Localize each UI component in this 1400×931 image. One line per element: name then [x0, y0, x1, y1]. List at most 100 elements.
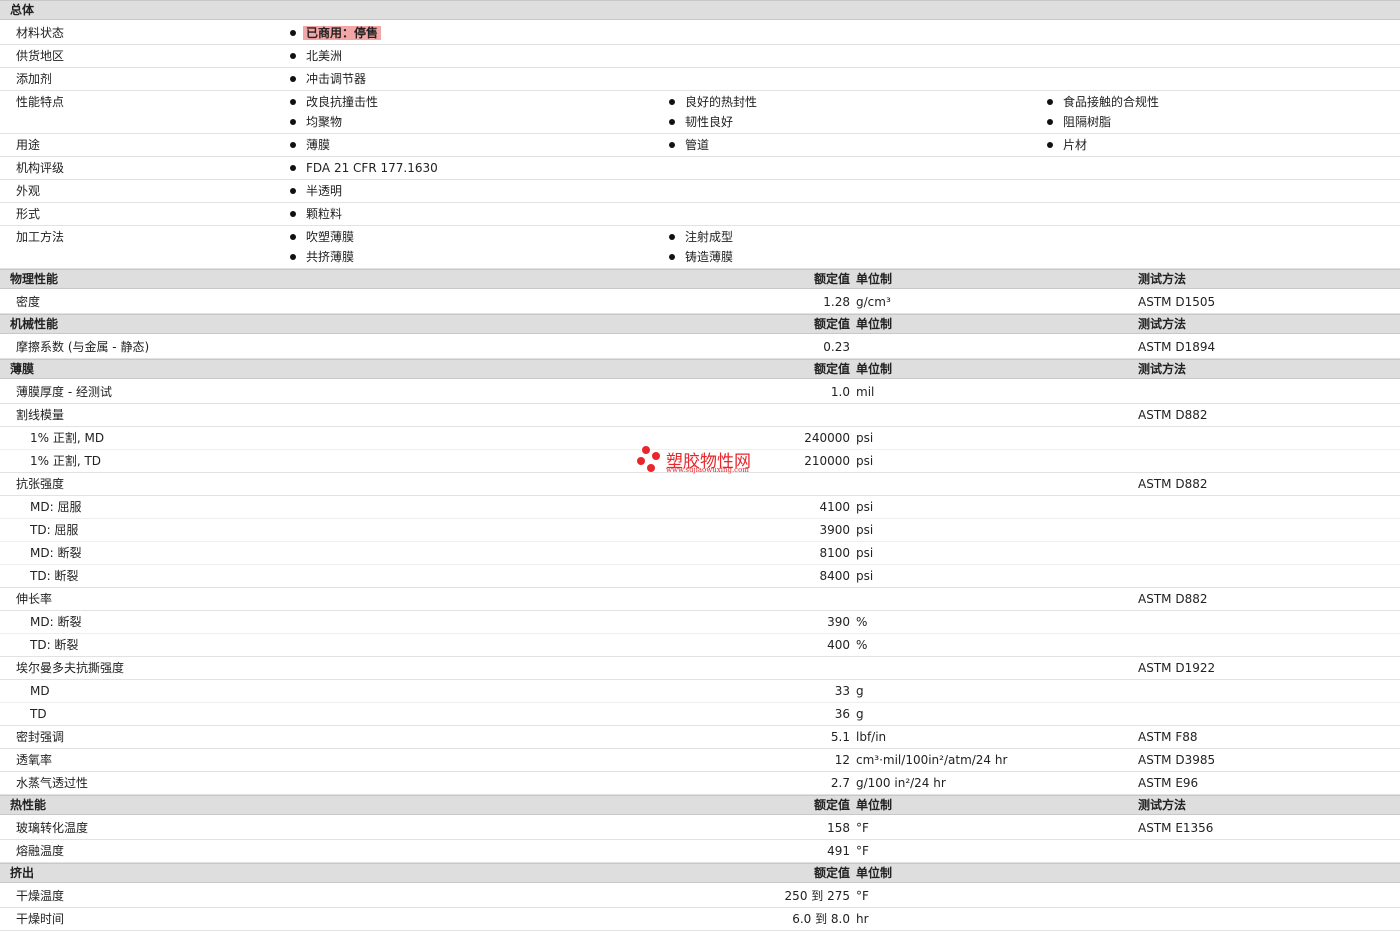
property-row: 水蒸气透过性 2.7 g/100 in²/24 hr ASTM E96 [0, 772, 1400, 795]
property-value: 158 [827, 821, 850, 835]
column-value-header: 额定值 [813, 362, 850, 376]
property-row: 玻璃转化温度 158 °F ASTM E1356 [0, 817, 1400, 840]
general-row: 供货地区 北美洲 [0, 45, 1400, 68]
property-unit: °F [856, 844, 869, 858]
column-method-header: 测试方法 [1138, 798, 1187, 812]
bullet-icon [290, 142, 296, 148]
test-method: ASTM E96 [1138, 776, 1199, 790]
property-label: 埃尔曼多夫抗撕强度 [16, 661, 125, 675]
bullet-text: 冲击调节器 [306, 72, 367, 86]
section-header: 热性能 额定值 单位制 测试方法 [0, 795, 1400, 815]
general-row: 加工方法 吹塑薄膜 共挤薄膜 注射成型 铸造薄膜 [0, 226, 1400, 269]
row-label: 形式 [16, 207, 41, 221]
property-row: 抗张强度 ASTM D882 [0, 473, 1400, 496]
property-value: 5.1 [830, 730, 850, 744]
property-row: MD 33 g [0, 680, 1400, 703]
section-header: 薄膜 额定值 单位制 测试方法 [0, 359, 1400, 379]
property-unit: °F [856, 889, 869, 903]
general-row: 添加剂 冲击调节器 [0, 68, 1400, 91]
bullet-icon [290, 211, 296, 217]
property-row: 摩擦系数 (与金属 - 静态) 0.23 ASTM D1894 [0, 336, 1400, 359]
property-value: 2.7 [830, 776, 850, 790]
bullet-text: 颗粒料 [306, 207, 343, 221]
column-unit-header: 单位制 [856, 272, 893, 286]
status-badge: 已商用：停售 [303, 26, 382, 40]
section-title: 热性能 [10, 798, 47, 812]
row-label: 供货地区 [16, 49, 65, 63]
bullet-text: 北美洲 [306, 49, 343, 63]
property-label: 水蒸气透过性 [16, 776, 89, 790]
property-unit: psi [856, 500, 874, 514]
test-method: ASTM D882 [1138, 408, 1208, 422]
row-label: 材料状态 [16, 26, 65, 40]
test-method: ASTM E1356 [1138, 821, 1214, 835]
property-unit: psi [856, 431, 874, 445]
bullet-text: 已商用：停售 [303, 26, 382, 40]
column-method-header: 测试方法 [1138, 272, 1187, 286]
bullet-text: 铸造薄膜 [685, 250, 734, 264]
test-method: ASTM D1894 [1138, 340, 1216, 354]
property-value: 36 [834, 707, 850, 721]
bullet-icon [290, 76, 296, 82]
property-label: 密封强调 [16, 730, 65, 744]
property-label: 熔融温度 [16, 844, 65, 858]
row-label: 性能特点 [16, 95, 65, 109]
general-row: 用途 薄膜 管道 片材 [0, 134, 1400, 157]
bullet-icon [290, 53, 296, 59]
test-method: ASTM D882 [1138, 592, 1208, 606]
property-row: 伸长率 ASTM D882 [0, 588, 1400, 611]
bullet-icon [290, 165, 296, 171]
property-label: 干燥温度 [16, 889, 65, 903]
column-value-header: 额定值 [813, 798, 850, 812]
watermark-url: www.sujiaowuxing.com [666, 466, 749, 474]
property-row: MD: 断裂 8100 psi [0, 542, 1400, 565]
column-unit-header: 单位制 [856, 798, 893, 812]
property-label: 透氧率 [16, 753, 53, 767]
property-value: 8100 [819, 546, 850, 560]
property-value: 1.0 [830, 385, 850, 399]
section-title: 总体 [10, 3, 35, 17]
bullet-text: 半透明 [306, 184, 343, 198]
property-value: 0.23 [823, 340, 850, 354]
bullet-icon [669, 119, 675, 125]
property-label: 抗张强度 [16, 477, 65, 491]
property-value: 400 [827, 638, 850, 652]
property-value: 6.0 到 8.0 [792, 912, 850, 926]
property-unit: °F [856, 821, 869, 835]
bullet-text: 食品接触的合规性 [1063, 95, 1160, 109]
property-row: TD: 断裂 400% [0, 634, 1400, 657]
property-row: MD: 断裂 390% [0, 611, 1400, 634]
property-label: 1% 正割, TD [30, 454, 102, 468]
bullet-text: 韧性良好 [685, 115, 734, 129]
bullet-icon [290, 254, 296, 260]
property-unit: psi [856, 454, 874, 468]
property-label: TD: 断裂 [30, 569, 79, 583]
property-value: 4100 [819, 500, 850, 514]
test-method: ASTM F88 [1138, 730, 1198, 744]
test-method: ASTM D3985 [1138, 753, 1216, 767]
property-row: MD: 屈服 4100 psi [0, 496, 1400, 519]
bullet-icon [669, 234, 675, 240]
bullet-text: 薄膜 [306, 138, 331, 152]
general-row: 机构评级 FDA 21 CFR 177.1630 [0, 157, 1400, 180]
bullet-icon [290, 119, 296, 125]
property-value: 1.28 [823, 295, 850, 309]
property-label: 干燥时间 [16, 912, 65, 926]
section-title: 挤出 [10, 866, 35, 880]
property-row: TD: 屈服 3900 psi [0, 519, 1400, 542]
section-header: 挤出 额定值 单位制 [0, 863, 1400, 883]
bullet-icon [1047, 119, 1053, 125]
bullet-text: 片材 [1063, 138, 1088, 152]
property-label: 玻璃转化温度 [16, 821, 89, 835]
bullet-icon [290, 99, 296, 105]
property-label: MD: 断裂 [30, 546, 82, 560]
general-row: 材料状态 已商用：停售 [0, 22, 1400, 45]
bullet-icon [669, 142, 675, 148]
row-label: 添加剂 [16, 72, 53, 86]
column-unit-header: 单位制 [856, 866, 893, 880]
section-header: 机械性能 额定值 单位制 测试方法 [0, 314, 1400, 334]
property-label: MD: 断裂 [30, 615, 82, 629]
property-value: 12 [834, 753, 850, 767]
row-label: 机构评级 [16, 161, 65, 175]
column-value-header: 额定值 [813, 272, 850, 286]
